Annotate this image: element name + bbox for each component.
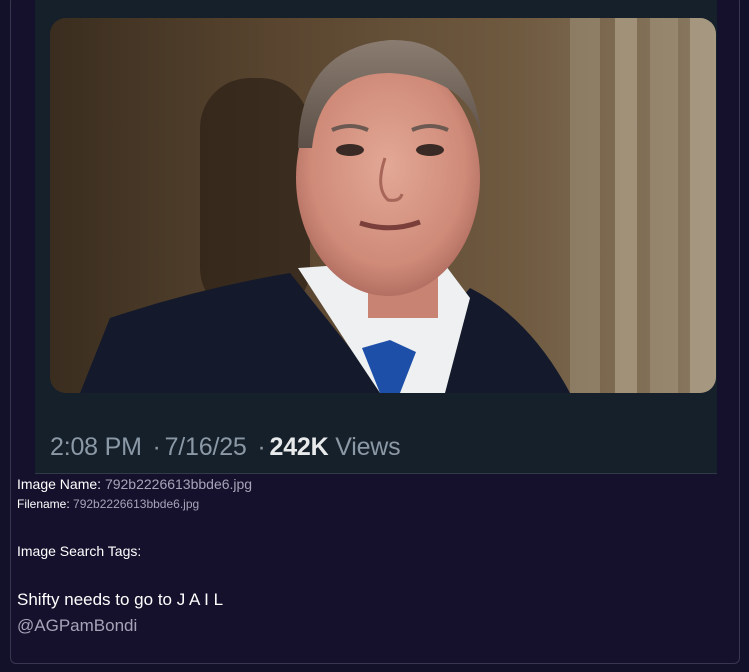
separator-dot: · xyxy=(152,433,161,461)
separator-dot: · xyxy=(257,433,266,461)
image-name-row: Image Name: 792b2226613bbde6.jpg xyxy=(17,476,252,492)
image-name-value: 792b2226613bbde6.jpg xyxy=(104,476,253,492)
filename-row: Filename: 792b2226613bbde6.jpg xyxy=(17,497,199,511)
tweet-photo[interactable] xyxy=(50,18,716,393)
filename-value: 792b2226613bbde6.jpg xyxy=(73,497,200,511)
views-label: Views xyxy=(335,433,401,461)
filename-label: Filename: xyxy=(17,497,70,511)
author-handle-link[interactable]: @AGPamBondi xyxy=(17,616,137,636)
tweet-timestamp-views: 2:08 PM · 7/16/25 · 242K Views xyxy=(50,433,401,462)
tweet-date: 7/16/25 xyxy=(164,433,247,461)
image-name-label: Image Name: xyxy=(17,476,102,492)
image-search-tags-label: Image Search Tags: xyxy=(17,543,142,559)
post-caption: Shifty needs to go to J A I L xyxy=(17,590,224,609)
views-count: 242K xyxy=(269,433,329,461)
tweet-screenshot: 2:08 PM · 7/16/25 · 242K Views xyxy=(35,0,717,474)
portrait-image xyxy=(50,18,716,393)
tweet-time: 2:08 PM xyxy=(50,433,142,461)
